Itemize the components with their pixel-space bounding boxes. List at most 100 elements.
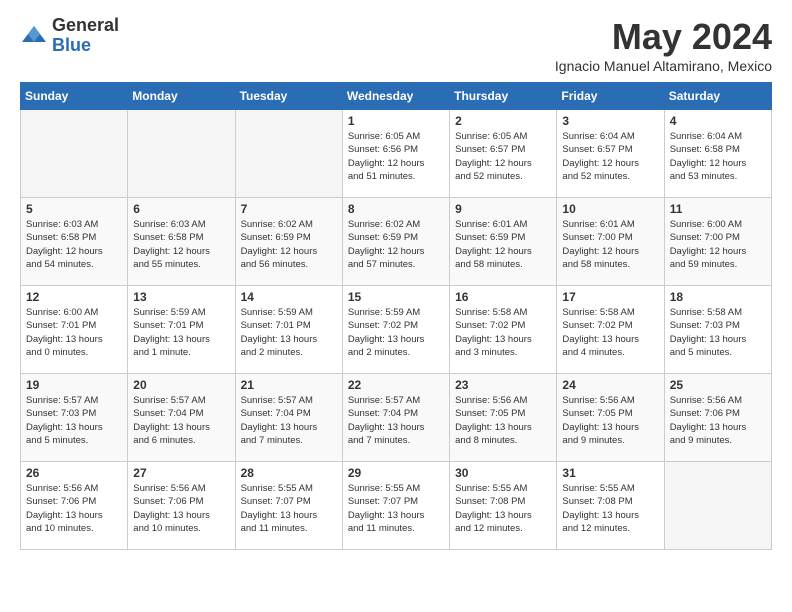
day-number: 31: [562, 466, 658, 480]
calendar-cell: 9 Sunrise: 6:01 AM Sunset: 6:59 PM Daylig…: [450, 198, 557, 286]
day-info: Sunrise: 6:01 AM Sunset: 7:00 PM Dayligh…: [562, 218, 658, 271]
calendar-cell: 23Sunrise: 5:56 AM Sunset: 7:05 PM Dayli…: [450, 374, 557, 462]
day-info: Sunrise: 5:57 AM Sunset: 7:04 PM Dayligh…: [348, 394, 444, 447]
calendar-cell: 14 Sunrise: 5:59 AM Sunset: 7:01 PM Dayli…: [235, 286, 342, 374]
logo-icon: [20, 22, 48, 50]
day-info: Sunrise: 5:55 AM Sunset: 7:07 PM Dayligh…: [348, 482, 444, 535]
day-info: Sunrise: 5:59 AM Sunset: 7:01 PM Dayligh…: [241, 306, 337, 359]
month-title: May 2024: [555, 16, 772, 58]
day-number: 12: [26, 290, 122, 304]
calendar-week-row: 5 Sunrise: 6:03 AM Sunset: 6:58 PM Daylig…: [21, 198, 772, 286]
calendar-cell: 15Sunrise: 5:59 AM Sunset: 7:02 PM Dayli…: [342, 286, 449, 374]
calendar-cell: 21 Sunrise: 5:57 AM Sunset: 7:04 PM Dayli…: [235, 374, 342, 462]
calendar-cell: 26 Sunrise: 5:56 AM Sunset: 7:06 PM Dayli…: [21, 462, 128, 550]
day-number: 21: [241, 378, 337, 392]
day-number: 18: [670, 290, 766, 304]
day-info: Sunrise: 6:00 AM Sunset: 7:01 PM Dayligh…: [26, 306, 122, 359]
day-info: Sunrise: 6:04 AM Sunset: 6:58 PM Dayligh…: [670, 130, 766, 183]
logo-text: General Blue: [52, 16, 119, 56]
day-number: 20: [133, 378, 229, 392]
day-info: Sunrise: 5:56 AM Sunset: 7:05 PM Dayligh…: [562, 394, 658, 447]
calendar-cell: 18 Sunrise: 5:58 AM Sunset: 7:03 PM Dayli…: [664, 286, 771, 374]
day-info: Sunrise: 5:57 AM Sunset: 7:04 PM Dayligh…: [241, 394, 337, 447]
day-number: 2: [455, 114, 551, 128]
calendar-cell: 7 Sunrise: 6:02 AM Sunset: 6:59 PM Daylig…: [235, 198, 342, 286]
day-info: Sunrise: 6:05 AM Sunset: 6:57 PM Dayligh…: [455, 130, 551, 183]
day-info: Sunrise: 5:56 AM Sunset: 7:06 PM Dayligh…: [133, 482, 229, 535]
calendar-week-row: 26 Sunrise: 5:56 AM Sunset: 7:06 PM Dayli…: [21, 462, 772, 550]
day-number: 8: [348, 202, 444, 216]
day-info: Sunrise: 6:01 AM Sunset: 6:59 PM Dayligh…: [455, 218, 551, 271]
day-number: 5: [26, 202, 122, 216]
calendar-cell: 3 Sunrise: 6:04 AM Sunset: 6:57 PM Daylig…: [557, 110, 664, 198]
calendar-cell: 22Sunrise: 5:57 AM Sunset: 7:04 PM Dayli…: [342, 374, 449, 462]
day-info: Sunrise: 6:02 AM Sunset: 6:59 PM Dayligh…: [348, 218, 444, 271]
day-number: 23: [455, 378, 551, 392]
calendar-table: SundayMondayTuesdayWednesdayThursdayFrid…: [20, 82, 772, 550]
day-info: Sunrise: 5:55 AM Sunset: 7:08 PM Dayligh…: [562, 482, 658, 535]
calendar-cell: 6 Sunrise: 6:03 AM Sunset: 6:58 PM Daylig…: [128, 198, 235, 286]
day-info: Sunrise: 5:56 AM Sunset: 7:06 PM Dayligh…: [26, 482, 122, 535]
calendar-cell: 4 Sunrise: 6:04 AM Sunset: 6:58 PM Daylig…: [664, 110, 771, 198]
day-number: 29: [348, 466, 444, 480]
day-number: 11: [670, 202, 766, 216]
logo-blue: Blue: [52, 36, 119, 56]
day-info: Sunrise: 5:58 AM Sunset: 7:02 PM Dayligh…: [455, 306, 551, 359]
title-block: May 2024 Ignacio Manuel Altamirano, Mexi…: [555, 16, 772, 74]
logo-general: General: [52, 16, 119, 36]
day-number: 27: [133, 466, 229, 480]
calendar-cell: [128, 110, 235, 198]
calendar-cell: 10Sunrise: 6:01 AM Sunset: 7:00 PM Dayli…: [557, 198, 664, 286]
calendar-cell: 5Sunrise: 6:03 AM Sunset: 6:58 PM Daylig…: [21, 198, 128, 286]
calendar-week-row: 12 Sunrise: 6:00 AM Sunset: 7:01 PM Dayli…: [21, 286, 772, 374]
weekday-header: Friday: [557, 83, 664, 110]
day-number: 1: [348, 114, 444, 128]
calendar-week-row: 19 Sunrise: 5:57 AM Sunset: 7:03 PM Dayli…: [21, 374, 772, 462]
calendar-cell: 13Sunrise: 5:59 AM Sunset: 7:01 PM Dayli…: [128, 286, 235, 374]
calendar-cell: 24 Sunrise: 5:56 AM Sunset: 7:05 PM Dayli…: [557, 374, 664, 462]
calendar-cell: [664, 462, 771, 550]
weekday-header: Thursday: [450, 83, 557, 110]
day-number: 28: [241, 466, 337, 480]
day-info: Sunrise: 5:55 AM Sunset: 7:07 PM Dayligh…: [241, 482, 337, 535]
day-number: 7: [241, 202, 337, 216]
day-number: 24: [562, 378, 658, 392]
day-number: 19: [26, 378, 122, 392]
day-number: 3: [562, 114, 658, 128]
day-info: Sunrise: 5:58 AM Sunset: 7:03 PM Dayligh…: [670, 306, 766, 359]
day-number: 17: [562, 290, 658, 304]
calendar-cell: 8 Sunrise: 6:02 AM Sunset: 6:59 PM Daylig…: [342, 198, 449, 286]
day-info: Sunrise: 5:58 AM Sunset: 7:02 PM Dayligh…: [562, 306, 658, 359]
day-number: 6: [133, 202, 229, 216]
weekday-header: Tuesday: [235, 83, 342, 110]
day-info: Sunrise: 6:04 AM Sunset: 6:57 PM Dayligh…: [562, 130, 658, 183]
day-info: Sunrise: 5:55 AM Sunset: 7:08 PM Dayligh…: [455, 482, 551, 535]
day-number: 16: [455, 290, 551, 304]
calendar-cell: 16 Sunrise: 5:58 AM Sunset: 7:02 PM Dayli…: [450, 286, 557, 374]
weekday-header: Monday: [128, 83, 235, 110]
calendar-cell: [21, 110, 128, 198]
day-info: Sunrise: 6:03 AM Sunset: 6:58 PM Dayligh…: [133, 218, 229, 271]
weekday-header: Sunday: [21, 83, 128, 110]
calendar-cell: 29 Sunrise: 5:55 AM Sunset: 7:07 PM Dayli…: [342, 462, 449, 550]
calendar-cell: 2 Sunrise: 6:05 AM Sunset: 6:57 PM Daylig…: [450, 110, 557, 198]
location: Ignacio Manuel Altamirano, Mexico: [555, 58, 772, 74]
calendar-cell: 27 Sunrise: 5:56 AM Sunset: 7:06 PM Dayli…: [128, 462, 235, 550]
day-number: 25: [670, 378, 766, 392]
calendar-cell: 12 Sunrise: 6:00 AM Sunset: 7:01 PM Dayli…: [21, 286, 128, 374]
day-info: Sunrise: 5:57 AM Sunset: 7:03 PM Dayligh…: [26, 394, 122, 447]
day-number: 9: [455, 202, 551, 216]
weekday-header-row: SundayMondayTuesdayWednesdayThursdayFrid…: [21, 83, 772, 110]
calendar-cell: 19 Sunrise: 5:57 AM Sunset: 7:03 PM Dayli…: [21, 374, 128, 462]
day-info: Sunrise: 5:59 AM Sunset: 7:02 PM Dayligh…: [348, 306, 444, 359]
weekday-header: Wednesday: [342, 83, 449, 110]
calendar-cell: 31 Sunrise: 5:55 AM Sunset: 7:08 PM Dayli…: [557, 462, 664, 550]
day-number: 14: [241, 290, 337, 304]
day-number: 4: [670, 114, 766, 128]
calendar-cell: 20Sunrise: 5:57 AM Sunset: 7:04 PM Dayli…: [128, 374, 235, 462]
calendar-cell: 1Sunrise: 6:05 AM Sunset: 6:56 PM Daylig…: [342, 110, 449, 198]
day-info: Sunrise: 6:02 AM Sunset: 6:59 PM Dayligh…: [241, 218, 337, 271]
page-header: General Blue May 2024 Ignacio Manuel Alt…: [20, 16, 772, 74]
day-number: 26: [26, 466, 122, 480]
calendar-cell: 17 Sunrise: 5:58 AM Sunset: 7:02 PM Dayli…: [557, 286, 664, 374]
